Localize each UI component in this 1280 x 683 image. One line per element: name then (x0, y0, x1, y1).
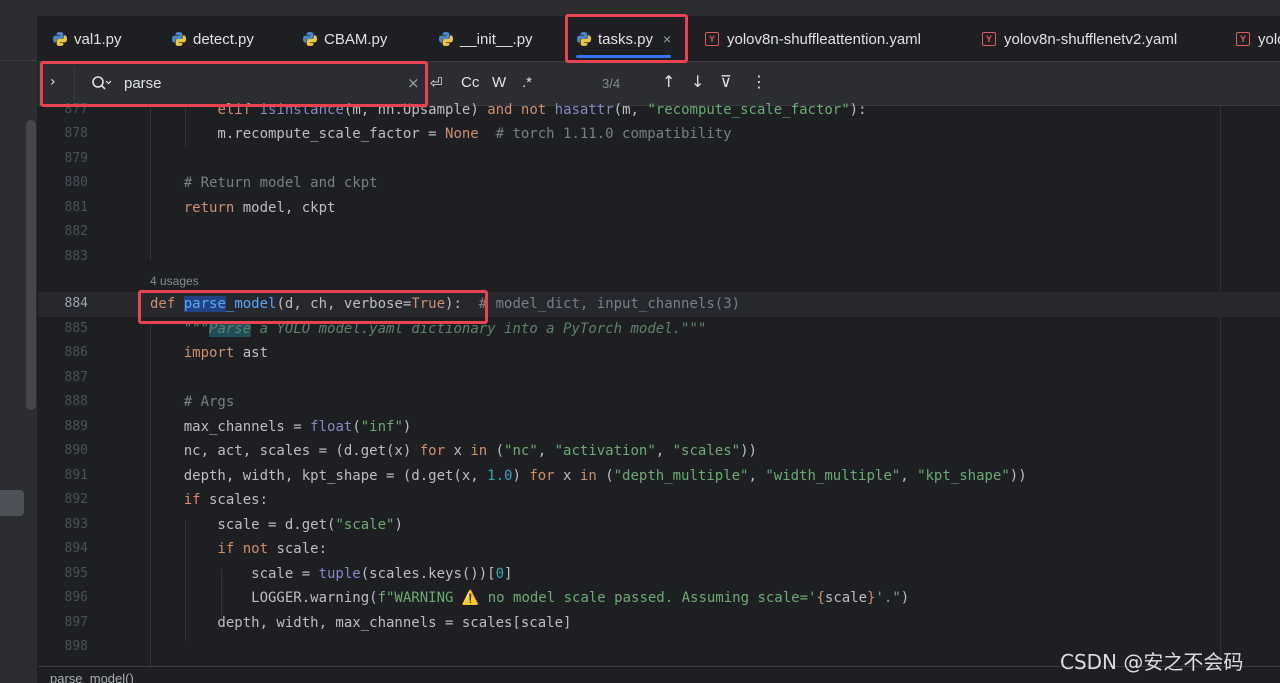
tab-label: CBAM.py (324, 30, 388, 48)
line-number: 888 (64, 394, 88, 409)
tab-init[interactable]: __init__.py (438, 16, 533, 62)
tool-strip-divider (0, 60, 38, 61)
line-number: 878 (64, 126, 88, 141)
code-line[interactable]: 897 depth, width, max_channels = scales[… (38, 611, 1280, 636)
annotation-box-search (40, 61, 428, 107)
code-line[interactable]: 880 # Return model and ckpt (38, 171, 1280, 196)
tab-cbam[interactable]: CBAM.py (302, 16, 387, 62)
code-line[interactable]: 886 import ast (38, 341, 1280, 366)
line-number: 895 (64, 566, 88, 581)
tab-shufflenetv2-yaml[interactable]: Y yolov8n-shufflenetv2.yaml (982, 16, 1177, 62)
code-line[interactable]: 879 (38, 147, 1280, 172)
line-code: import ast (183, 345, 269, 361)
line-number: 881 (64, 200, 88, 215)
yaml-icon: Y (1236, 32, 1250, 46)
yaml-icon: Y (705, 32, 719, 46)
line-number: 884 (64, 296, 88, 311)
line-number: 885 (64, 321, 88, 336)
line-code: # Return model and ckpt (150, 175, 378, 191)
tab-shuffleattention-yaml[interactable]: Y yolov8n-shuffleattention.yaml (705, 16, 921, 62)
line-code: scale = d.get("scale") (150, 517, 403, 533)
multiline-toggle[interactable]: ⏎ (430, 74, 443, 92)
python-icon (439, 32, 453, 46)
tab-yolo-overflow[interactable]: Y yolo (1236, 16, 1280, 62)
line-code: # Args (150, 394, 235, 410)
line-number: 891 (64, 468, 88, 483)
code-line[interactable]: 882 (38, 220, 1280, 245)
code-line[interactable]: 883 (38, 245, 1280, 270)
line-code: m.recompute_scale_factor = None # torch … (150, 126, 732, 142)
code-line[interactable]: 895 scale = tuple(scales.keys())[0] (38, 562, 1280, 587)
more-options-icon[interactable]: ⋮ (751, 72, 767, 91)
line-number: 886 (64, 345, 88, 360)
code-editor[interactable]: 877 elif isinstance(m, nn.Upsample) and … (38, 102, 1280, 666)
usages-hint[interactable]: 4 usages (150, 274, 199, 288)
match-case-toggle[interactable]: Cc (461, 74, 479, 91)
annotation-box-tab (565, 14, 688, 63)
python-icon (303, 32, 317, 46)
code-line[interactable]: 887 (38, 366, 1280, 391)
line-code: if scales: (183, 492, 269, 508)
side-scrollbar[interactable] (26, 120, 36, 410)
line-number: 890 (64, 443, 88, 458)
line-number: 892 (64, 492, 88, 507)
line-number: 897 (64, 615, 88, 630)
code-line[interactable]: 893 scale = d.get("scale") (38, 513, 1280, 538)
line-number: 889 (64, 419, 88, 434)
tab-label: yolov8n-shuffleattention.yaml (727, 30, 922, 48)
annotation-box-def (138, 290, 488, 324)
code-line[interactable]: 891 depth, width, kpt_shape = (d.get(x, … (38, 464, 1280, 489)
filter-icon[interactable]: ⊽ (720, 72, 732, 91)
tool-window-marker[interactable] (0, 490, 24, 516)
tab-label: detect.py (193, 30, 254, 48)
line-number: 882 (64, 224, 88, 239)
regex-toggle[interactable]: .* (522, 74, 532, 91)
line-number: 880 (64, 175, 88, 190)
line-number: 896 (64, 590, 88, 605)
line-number: 898 (64, 639, 88, 654)
code-line[interactable]: 890 nc, act, scales = (d.get(x) for x in… (38, 439, 1280, 464)
code-line[interactable]: 894 if not scale: (38, 537, 1280, 562)
tab-label: __init__.py (460, 30, 533, 48)
tab-label: val1.py (74, 30, 122, 48)
line-code: nc, act, scales = (d.get(x) for x in ("n… (150, 443, 757, 459)
line-code: if not scale: (217, 541, 328, 557)
tab-detect[interactable]: detect.py (171, 16, 254, 62)
match-count: 3/4 (602, 76, 621, 91)
line-number: 883 (64, 249, 88, 264)
next-match-icon[interactable]: ↓ (691, 72, 704, 91)
line-number: 893 (64, 517, 88, 532)
line-number: 894 (64, 541, 88, 556)
line-code: depth, width, kpt_shape = (d.get(x, 1.0)… (150, 468, 1027, 484)
code-line[interactable]: 889 max_channels = float("inf") (38, 415, 1280, 440)
previous-match-icon[interactable]: ↑ (662, 72, 675, 91)
whole-words-toggle[interactable]: W (492, 74, 506, 91)
tab-val1[interactable]: val1.py (52, 16, 122, 62)
line-number: 879 (64, 151, 88, 166)
tab-label: yolo (1258, 30, 1280, 48)
watermark: CSDN @安之不会码 (1060, 650, 1244, 674)
python-icon (53, 32, 67, 46)
breadcrumb[interactable]: parse_model() (50, 671, 134, 683)
yaml-icon: Y (982, 32, 996, 46)
line-number: 887 (64, 370, 88, 385)
python-icon (172, 32, 186, 46)
code-line[interactable]: 888 # Args (38, 390, 1280, 415)
line-code: max_channels = float("inf") (150, 419, 412, 435)
code-line[interactable]: 892 if scales: (38, 488, 1280, 513)
tab-label: yolov8n-shufflenetv2.yaml (1004, 30, 1178, 48)
line-code: scale = tuple(scales.keys())[0] (150, 566, 513, 582)
code-line[interactable]: 878 m.recompute_scale_factor = None # to… (38, 122, 1280, 147)
code-line[interactable]: 896 LOGGER.warning(f"WARNING ⚠️ no model… (38, 586, 1280, 611)
code-line[interactable]: 881 return model, ckpt (38, 196, 1280, 221)
line-code: return model, ckpt (183, 200, 336, 216)
left-tool-strip (0, 16, 38, 683)
line-code: depth, width, max_channels = scales[scal… (150, 615, 572, 631)
line-code: LOGGER.warning(f"WARNING ⚠️ no model sca… (150, 590, 910, 606)
